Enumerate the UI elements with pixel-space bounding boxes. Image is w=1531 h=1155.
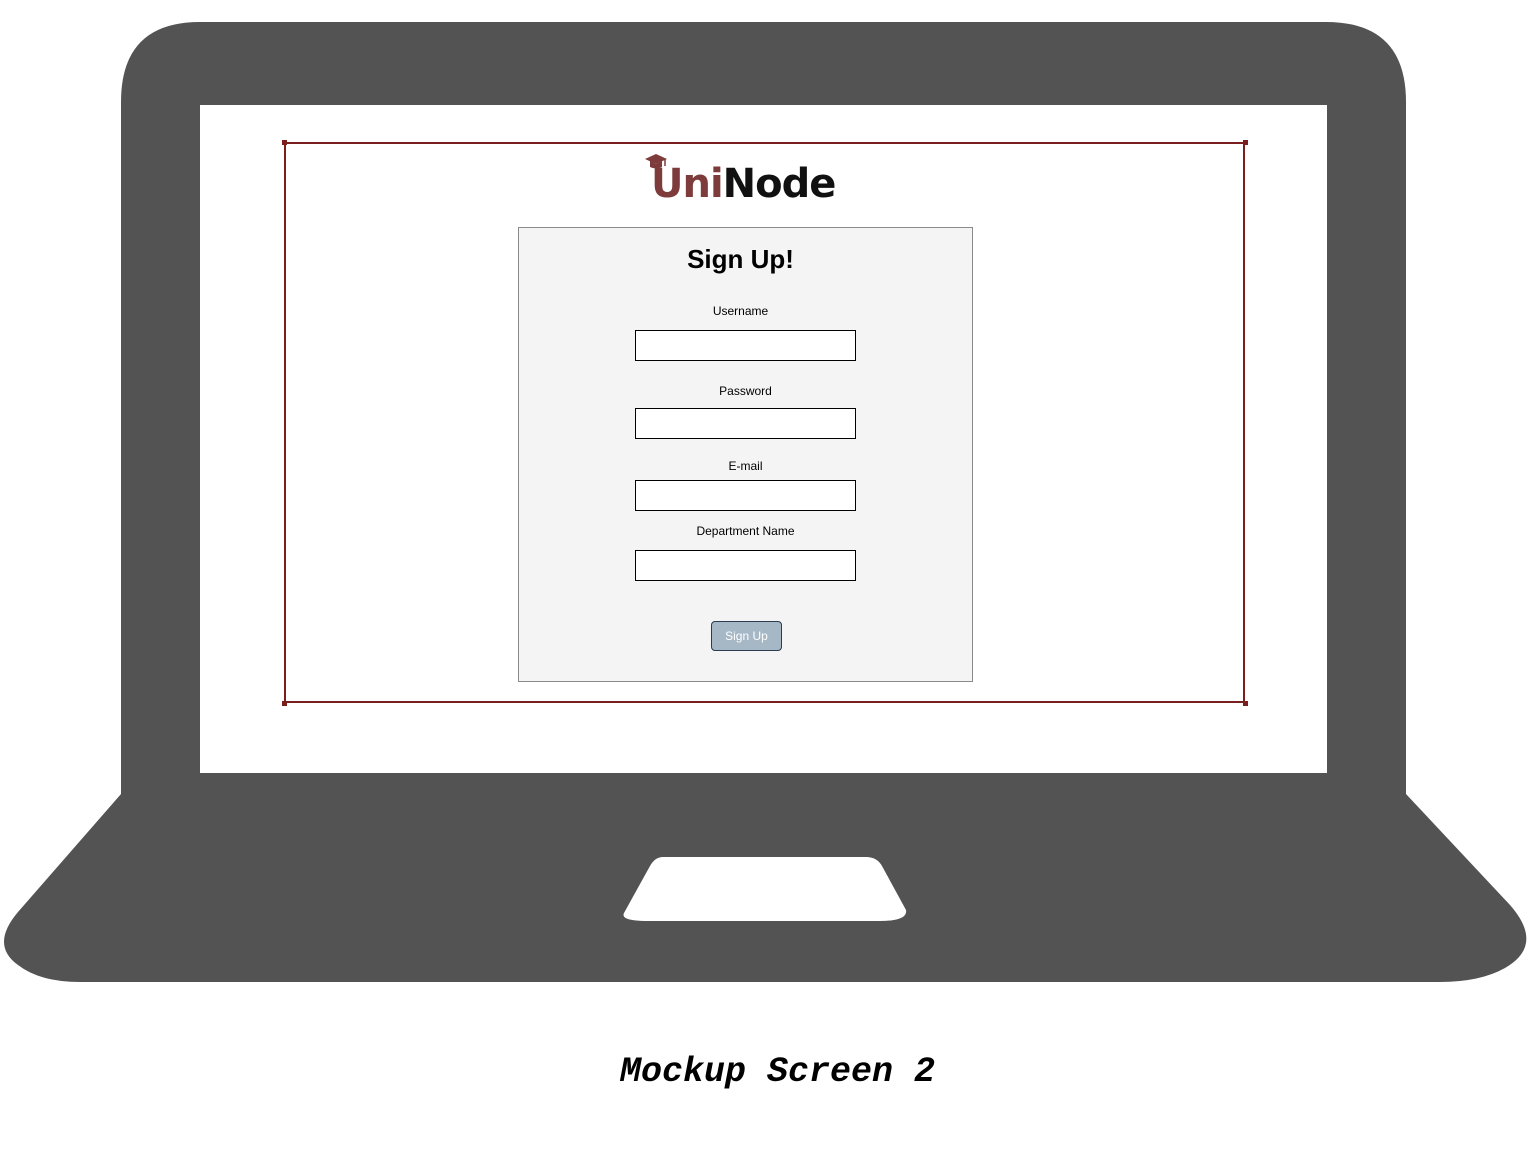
- frame-corner-handle: [282, 701, 287, 706]
- laptop-screen: UniNode Sign Up! Username Password E-mai…: [200, 105, 1327, 773]
- department-name-input[interactable]: [635, 550, 856, 581]
- caption-text: Mockup Screen 2: [619, 1052, 936, 1092]
- signup-card: Sign Up! Username Password E-mail Depart…: [518, 227, 973, 682]
- username-input[interactable]: [635, 330, 856, 361]
- frame-corner-handle: [1243, 701, 1248, 706]
- uninode-logo: UniNode: [643, 150, 853, 210]
- username-label: Username: [712, 304, 769, 318]
- logo-wordmark: UniNode: [651, 160, 837, 208]
- logo-uni-text: Uni: [651, 161, 724, 207]
- logo-node-text: Node: [722, 161, 837, 207]
- frame-corner-handle: [282, 140, 287, 145]
- email-label: E-mail: [728, 459, 763, 473]
- page-title: Sign Up!: [687, 244, 794, 274]
- password-label: Password: [719, 384, 772, 398]
- email-input[interactable]: [635, 480, 856, 511]
- sign-up-button[interactable]: Sign Up: [711, 621, 782, 651]
- password-input[interactable]: [635, 408, 856, 439]
- department-name-label: Department Name: [696, 524, 795, 538]
- mockup-caption: Mockup Screen 2: [0, 1052, 1531, 1092]
- frame-corner-handle: [1243, 140, 1248, 145]
- laptop-trackpad: [623, 857, 907, 921]
